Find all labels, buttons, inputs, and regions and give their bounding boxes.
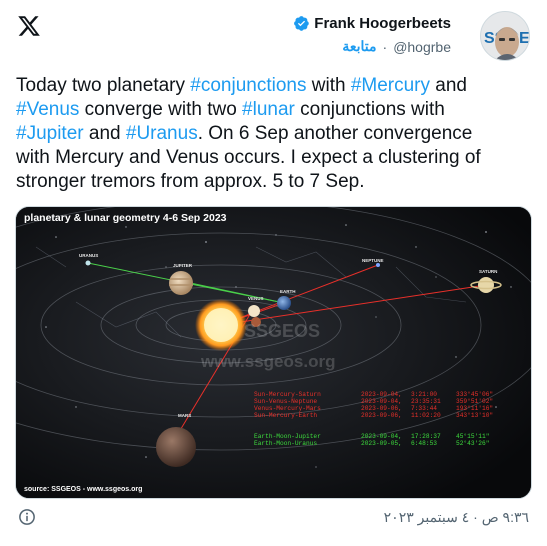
hashtag-link[interactable]: #Jupiter <box>16 123 84 144</box>
table-cell-date: 2023-09-04, <box>361 391 402 398</box>
avatar-portrait-icon: SS E <box>481 12 529 60</box>
svg-text:E: E <box>519 30 529 47</box>
info-icon[interactable] <box>18 508 36 526</box>
table-cell-date: 2023-09-05, <box>361 440 402 447</box>
table-cell-date: 2023-09-04, <box>361 433 402 440</box>
table-cell-angle: 343°13'10" <box>456 412 493 419</box>
tweet-footer: ٩:٣٦ ص · ٤ سبتمبر ٢٠٢٣ <box>16 508 531 528</box>
table-cell-angle: 193°11'16" <box>456 405 493 412</box>
table-cell-angle: 333°45'06" <box>456 391 493 398</box>
table-cell-date: 2023-09-06, <box>361 405 402 412</box>
table-cell-time: 3:21:00 <box>411 391 437 398</box>
table-cell-time: 17:28:37 <box>411 433 441 440</box>
table-cell-name: Sun-Mercury-Saturn <box>254 391 321 398</box>
table-cell-angle: 52°43'26" <box>456 440 489 447</box>
table-cell-time: 6:48:53 <box>411 440 437 447</box>
tweet-timestamp[interactable]: ٩:٣٦ ص · ٤ سبتمبر ٢٠٢٣ <box>384 509 529 526</box>
tweet-text-segment: with <box>306 75 351 96</box>
label-jupiter: JUPITER <box>173 263 193 268</box>
tweet-text-segment: converge with two <box>79 99 243 120</box>
tweet-text-segment: and <box>435 75 467 96</box>
solar-system-diagram: planetary & lunar geometry 4-6 Sep 2023 … <box>16 207 531 498</box>
separator-dot: · <box>382 38 388 55</box>
author-name-row[interactable]: Frank Hoogerbeets <box>293 15 451 32</box>
table-cell-time: 11:02:20 <box>411 412 441 419</box>
watermark-logo: SSGEOS <box>244 321 320 341</box>
sun-core <box>204 308 238 342</box>
tweet-text-segment: Today two planetary <box>16 75 191 96</box>
author-handle[interactable]: @hogrbe <box>393 39 451 55</box>
hashtag-link[interactable]: #lunar <box>242 99 295 120</box>
tweet-text-segment: conjunctions with <box>300 99 445 120</box>
author-name[interactable]: Frank Hoogerbeets <box>314 15 451 32</box>
hashtag-link[interactable]: #Mercury <box>351 75 430 96</box>
earth-planet <box>277 296 291 310</box>
label-earth: EARTH <box>280 289 296 294</box>
hashtag-link[interactable]: #Venus <box>16 99 79 120</box>
author-block: Frank Hoogerbeets متابعة · @hogrbe <box>293 15 451 55</box>
table-cell-date: 2023-09-04, <box>361 398 402 405</box>
label-mars: MARS <box>178 413 191 418</box>
table-cell-name: Sun-Mercury-Earth <box>254 412 317 419</box>
uranus-planet <box>85 260 91 266</box>
image-title: planetary & lunar geometry 4-6 Sep 2023 <box>24 212 227 224</box>
label-neptune: NEPTUNE <box>362 258 384 263</box>
table-cell-name: Sun-Venus-Neptune <box>254 398 317 405</box>
verified-badge-icon <box>294 16 310 31</box>
venus-planet <box>248 305 260 317</box>
label-venus: VENUS <box>248 296 264 301</box>
tweet-text-segment: and <box>83 123 126 144</box>
table-cell-name: Earth-Moon-Jupiter <box>254 433 321 440</box>
table-cell-time: 23:35:31 <box>411 398 441 405</box>
mars-planet <box>156 427 196 467</box>
table-cell-date: 2023-09-06, <box>361 412 402 419</box>
avatar[interactable]: SS E <box>480 11 530 61</box>
label-saturn: SATURN <box>479 269 497 274</box>
tweet-text: Today two planetary #conjunctions with #… <box>16 74 531 194</box>
watermark-url: www.ssgeos.org <box>200 352 335 371</box>
saturn-planet <box>478 277 494 293</box>
neptune-planet <box>376 263 380 267</box>
table-cell-angle: 359°51'02" <box>456 398 493 405</box>
image-source: source: SSGEOS - www.ssgeos.org <box>24 486 142 493</box>
follow-button[interactable]: متابعة <box>342 38 376 55</box>
table-cell-name: Earth-Moon-Uranus <box>254 440 317 447</box>
tweet-image[interactable]: planetary & lunar geometry 4-6 Sep 2023 … <box>15 206 532 499</box>
hashtag-link[interactable]: #conjunctions <box>190 75 306 96</box>
table-cell-time: 7:33:44 <box>411 405 437 412</box>
jupiter-planet <box>169 271 193 295</box>
author-sub-row: متابعة · @hogrbe <box>293 38 451 55</box>
table-cell-angle: 45°15'11" <box>456 433 489 440</box>
label-uranus: URANUS <box>79 253 98 258</box>
table-cell-name: Venus-Mercury-Mars <box>254 405 321 412</box>
hashtag-link[interactable]: #Uranus <box>126 123 198 144</box>
x-logo-icon[interactable] <box>17 14 41 38</box>
